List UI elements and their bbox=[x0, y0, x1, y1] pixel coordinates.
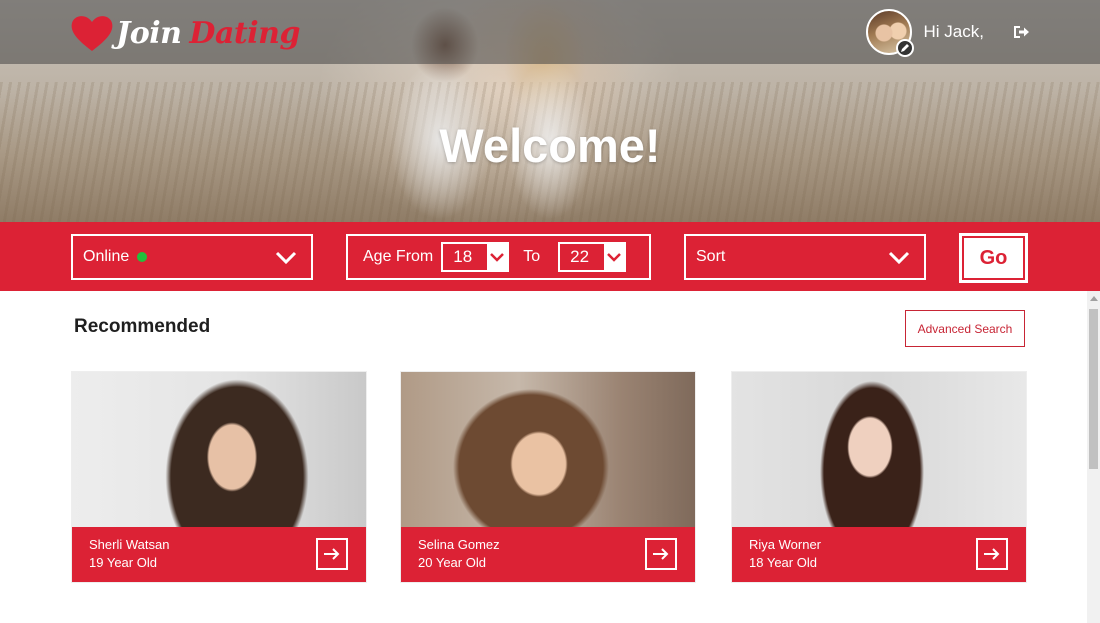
arrow-right-icon[interactable] bbox=[976, 538, 1008, 570]
sign-out-icon[interactable] bbox=[1012, 23, 1030, 41]
section-title: Recommended bbox=[74, 316, 211, 337]
advanced-search-button[interactable]: Advanced Search bbox=[905, 310, 1025, 347]
status-select[interactable]: Online bbox=[71, 234, 313, 280]
chevron-down-icon bbox=[603, 244, 625, 270]
sort-select-label: Sort bbox=[696, 248, 726, 265]
vertical-scrollbar[interactable] bbox=[1087, 291, 1100, 623]
arrow-right-icon[interactable] bbox=[645, 538, 677, 570]
age-range-filter: Age From 18 To 22 bbox=[346, 234, 651, 280]
logo-text: Join Dating bbox=[116, 16, 300, 51]
profile-info: Riya Worner 18 Year Old bbox=[732, 527, 1026, 582]
hero-banner: Join Dating Hi Jack, Welcome! bbox=[0, 0, 1100, 222]
age-to-select[interactable]: 22 bbox=[558, 242, 627, 272]
online-indicator-icon bbox=[137, 252, 148, 262]
chevron-down-icon bbox=[486, 244, 508, 270]
profile-photo[interactable] bbox=[732, 372, 1026, 529]
profile-info: Selina Gomez 20 Year Old bbox=[401, 527, 695, 582]
user-menu: Hi Jack, bbox=[865, 9, 1030, 57]
chevron-down-icon bbox=[275, 251, 297, 265]
pencil-icon[interactable] bbox=[895, 39, 914, 57]
scrollbar-thumb[interactable] bbox=[1089, 309, 1098, 469]
profile-photo[interactable] bbox=[72, 372, 366, 529]
heart-icon bbox=[71, 16, 113, 51]
logo-word-dating: Dating bbox=[189, 15, 300, 51]
search-filter-bar: Online Age From 18 To 22 Sort Go bbox=[0, 222, 1100, 291]
go-button[interactable]: Go bbox=[959, 233, 1028, 283]
profile-card[interactable]: Sherli Watsan 19 Year Old bbox=[71, 371, 367, 583]
arrow-right-icon[interactable] bbox=[316, 538, 348, 570]
avatar[interactable] bbox=[865, 9, 914, 57]
top-navbar: Join Dating Hi Jack, bbox=[0, 0, 1100, 64]
logo-word-join: Join bbox=[116, 15, 182, 51]
status-select-label: Online bbox=[83, 248, 130, 265]
chevron-down-icon bbox=[888, 251, 910, 265]
age-from-value: 18 bbox=[453, 247, 473, 266]
profile-photo[interactable] bbox=[401, 372, 695, 529]
page-title: Welcome! bbox=[439, 119, 661, 172]
scroll-up-icon[interactable] bbox=[1090, 296, 1098, 301]
profile-card[interactable]: Riya Worner 18 Year Old bbox=[731, 371, 1027, 583]
profile-card[interactable]: Selina Gomez 20 Year Old bbox=[400, 371, 696, 583]
logo[interactable]: Join Dating bbox=[70, 11, 300, 55]
age-from-select[interactable]: 18 bbox=[441, 242, 510, 272]
profile-info: Sherli Watsan 19 Year Old bbox=[72, 527, 366, 582]
age-to-value: 22 bbox=[570, 247, 590, 266]
age-from-label: Age From bbox=[363, 248, 434, 265]
age-to-label: To bbox=[523, 248, 541, 265]
sort-select[interactable]: Sort bbox=[684, 234, 926, 280]
greeting-text: Hi Jack, bbox=[923, 22, 984, 41]
